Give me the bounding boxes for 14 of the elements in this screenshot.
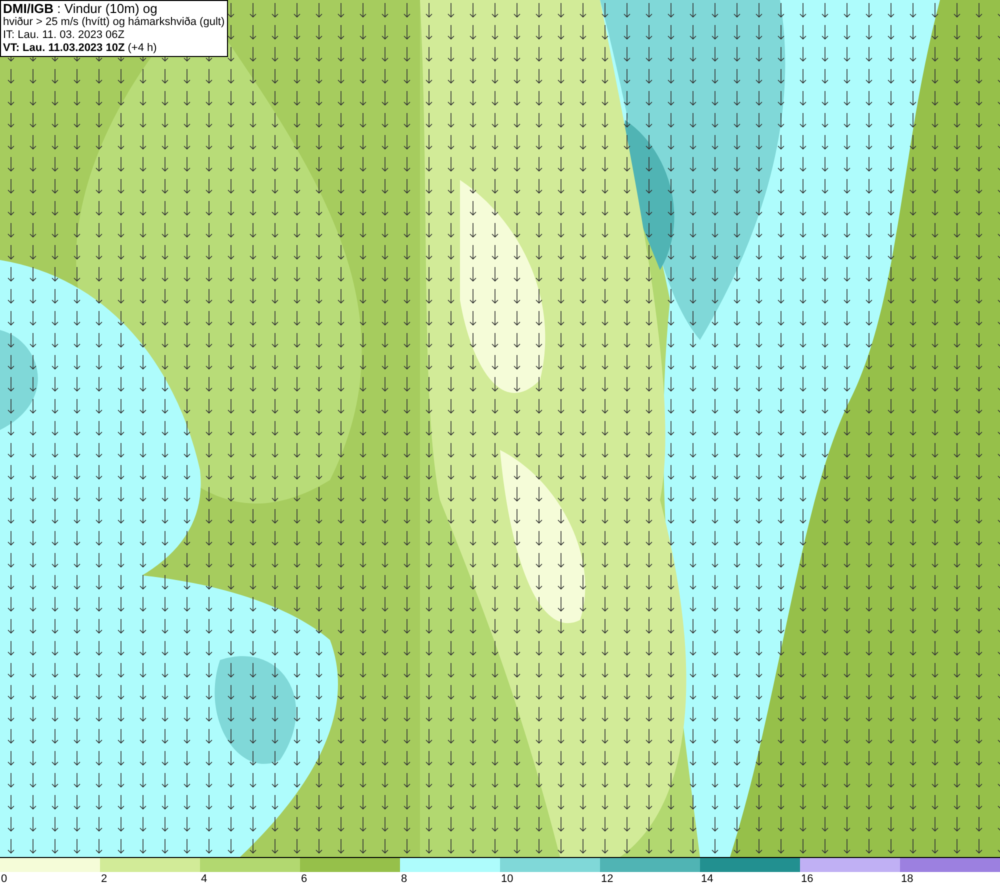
- info-text: IT: Lau. 11. 03. 2023 06Z: [3, 29, 126, 42]
- info-text: DMI/IGB : Vindur (10m) og: [3, 2, 158, 16]
- legend-label: 16: [800, 872, 814, 886]
- info-text: VT: Lau. 11.03.2023 10Z (+4 h): [3, 42, 158, 55]
- legend-label: 12: [600, 872, 614, 886]
- legend-label: 18: [900, 872, 914, 886]
- legend-label: 2: [100, 872, 108, 886]
- info-text: hviður > 25 m/s (hvítt) og hámarkshviða (gult): [3, 16, 225, 29]
- legend-label: 6: [300, 872, 308, 886]
- legend-label: 8: [400, 872, 408, 886]
- legend-label: 14: [700, 872, 714, 886]
- legend-label: 4: [200, 872, 208, 886]
- legend-label: 0: [0, 872, 8, 886]
- legend-label: 10: [500, 872, 514, 886]
